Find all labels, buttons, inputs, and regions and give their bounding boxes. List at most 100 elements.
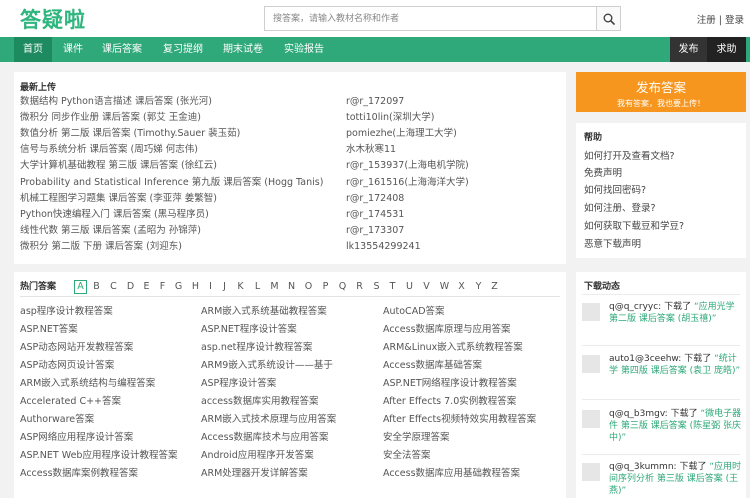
nav-answers[interactable]: 课后答案 [96, 37, 148, 62]
hot-answer-link[interactable]: Access数据库应用基础教程答案 [383, 465, 520, 479]
nav-home[interactable]: 首页 [14, 37, 52, 62]
hot-answer-link[interactable]: ASP.NET Web应用程序设计教程答案 [20, 447, 177, 461]
book-link[interactable]: Probability and Statistical Inference 第九… [20, 177, 323, 188]
letter-filter-d[interactable]: D [124, 280, 137, 294]
letter-filter-v[interactable]: V [420, 280, 433, 294]
letter-filter-a[interactable]: A [74, 280, 87, 294]
nav-exams[interactable]: 期末试卷 [217, 37, 269, 62]
site-logo[interactable]: 答疑啦 [20, 4, 86, 34]
nav-request[interactable]: 求助 [707, 37, 746, 62]
hot-answer-link[interactable]: access数据库实用教程答案 [201, 393, 319, 407]
hot-answer-link[interactable]: ASP程序设计答案 [201, 375, 276, 389]
uploader[interactable]: 水木秋寒11 [346, 143, 396, 157]
letter-filter-m[interactable]: M [268, 280, 281, 294]
book-link[interactable]: 大学计算机基础教程 第三版 课后答案 (徐红云) [20, 160, 217, 171]
book-link[interactable]: 机械工程图学习题集 课后答案 (李亚萍 姜繁智) [20, 193, 217, 204]
hot-answer-link[interactable]: Access数据库案例教程答案 [20, 465, 138, 479]
help-link[interactable]: 如何注册、登录? [584, 200, 656, 214]
hot-answer-link[interactable]: After Effects 7.0实例教程答案 [383, 393, 516, 407]
letter-filter-s[interactable]: S [370, 280, 383, 294]
hot-answer-link[interactable]: After Effects视频特效实用教程答案 [383, 411, 536, 425]
uploader[interactable]: r@r_174531 [346, 208, 404, 222]
uploader[interactable]: r@r_153937(上海电机学院) [346, 159, 469, 173]
help-link[interactable]: 如何获取下载豆和学豆? [584, 218, 684, 232]
uploader[interactable]: r@r_172097 [346, 95, 404, 109]
letter-filter-p[interactable]: P [319, 280, 332, 294]
letter-filter-h[interactable]: H [189, 280, 202, 294]
hot-answer-link[interactable]: asp程序设计教程答案 [20, 303, 113, 317]
publish-answer-button[interactable]: 发布答案 我有答案，我也要上传！ [576, 72, 746, 112]
book-link[interactable]: 数值分析 第二版 课后答案 (Timothy.Sauer 裴玉茹) [20, 128, 240, 139]
hot-answer-link[interactable]: Access数据库基础答案 [383, 357, 482, 371]
letter-filter-l[interactable]: L [251, 280, 264, 294]
letter-filter-j[interactable]: J [218, 280, 231, 294]
help-link[interactable]: 如何找回密码? [584, 182, 646, 196]
download-user[interactable]: auto1@3ceehw: [609, 354, 681, 364]
hot-answer-link[interactable]: ASP动态网页设计答案 [20, 357, 114, 371]
hot-answer-link[interactable]: ARM处理器开发详解答案 [201, 465, 308, 479]
search-box[interactable] [264, 6, 597, 31]
hot-answer-link[interactable]: ASP.NET答案 [20, 321, 78, 335]
letter-filter-i[interactable]: I [204, 280, 217, 294]
help-link[interactable]: 如何打开及查看文档? [584, 148, 675, 162]
nav-publish[interactable]: 发布 [670, 37, 707, 62]
letter-filter-n[interactable]: N [285, 280, 298, 294]
hot-answer-link[interactable]: 安全学原理答案 [383, 429, 450, 443]
hot-answer-link[interactable]: ARM9嵌入式系统设计——基于 [201, 357, 333, 371]
download-user[interactable]: q@q_3kummn: [609, 462, 677, 472]
book-link[interactable]: 微积分 同步作业册 课后答案 (郭艾 王金迪) [20, 112, 201, 123]
help-link[interactable]: 免费声明 [584, 165, 622, 179]
letter-filter-g[interactable]: G [172, 280, 185, 294]
uploader[interactable]: r@r_173307 [346, 224, 404, 238]
letter-filter-x[interactable]: X [455, 280, 468, 294]
hot-answer-link[interactable]: ASP动态网站开发教程答案 [20, 339, 133, 353]
uploader[interactable]: pomiezhe(上海理工大学) [346, 127, 457, 141]
search-button[interactable] [596, 6, 621, 31]
hot-answer-link[interactable]: Authorware答案 [20, 411, 94, 425]
uploader[interactable]: r@r_172408 [346, 192, 404, 206]
letter-filter-e[interactable]: E [140, 280, 153, 294]
letter-filter-f[interactable]: F [156, 280, 169, 294]
letter-filter-b[interactable]: B [90, 280, 103, 294]
hot-answer-link[interactable]: ASP.NET程序设计答案 [201, 321, 297, 335]
uploader[interactable]: totti10lin(深圳大学) [346, 111, 434, 125]
nav-review[interactable]: 复习提纲 [156, 37, 210, 62]
hot-answer-link[interactable]: ARM嵌入式系统结构与编程答案 [20, 375, 155, 389]
book-link[interactable]: 数据结构 Python语言描述 课后答案 (张光河) [20, 96, 212, 107]
help-link[interactable]: 恶意下载声明 [584, 236, 641, 250]
letter-filter-r[interactable]: R [353, 280, 366, 294]
search-input[interactable] [265, 7, 585, 30]
letter-filter-z[interactable]: Z [488, 280, 501, 294]
hot-answer-link[interactable]: ASP.NET网络程序设计教程答案 [383, 375, 517, 389]
hot-answer-link[interactable]: Accelerated C++答案 [20, 393, 121, 407]
hot-answer-link[interactable]: ARM嵌入式技术原理与应用答案 [201, 411, 336, 425]
hot-answer-link[interactable]: Android应用程序开发答案 [201, 447, 314, 461]
uploader[interactable]: lk13554299241 [346, 240, 421, 254]
uploader[interactable]: r@r_161516(上海海洋大学) [346, 176, 469, 190]
book-link[interactable]: 线性代数 第三版 课后答案 (孟昭为 孙锦萍) [20, 225, 201, 236]
hot-answer-link[interactable]: AutoCAD答案 [383, 303, 445, 317]
letter-filter-t[interactable]: T [386, 280, 399, 294]
register-link[interactable]: 注册 [697, 15, 716, 26]
letter-filter-q[interactable]: Q [336, 280, 349, 294]
hot-answer-link[interactable]: Access数据库原理与应用答案 [383, 321, 511, 335]
book-link[interactable]: 微积分 第二版 下册 课后答案 (刘迎东) [20, 241, 182, 252]
nav-lab-reports[interactable]: 实验报告 [278, 37, 330, 62]
download-user[interactable]: q@q_cryyc: [609, 302, 661, 312]
letter-filter-y[interactable]: Y [472, 280, 485, 294]
hot-answer-link[interactable]: ASP网络应用程序设计答案 [20, 429, 133, 443]
letter-filter-w[interactable]: W [438, 280, 451, 294]
hot-answer-link[interactable]: ARM嵌入式系统基础教程答案 [201, 303, 327, 317]
letter-filter-c[interactable]: C [107, 280, 120, 294]
letter-filter-k[interactable]: K [234, 280, 247, 294]
book-link[interactable]: Python快速编程入门 课后答案 (黑马程序员) [20, 209, 209, 220]
download-user[interactable]: q@q_b3mgv: [609, 409, 668, 419]
hot-answer-link[interactable]: asp.net程序设计教程答案 [201, 339, 312, 353]
letter-filter-u[interactable]: U [403, 280, 416, 294]
book-link[interactable]: 信号与系统分析 课后答案 (周巧娣 何志伟) [20, 144, 198, 155]
letter-filter-o[interactable]: O [302, 280, 315, 294]
nav-courseware[interactable]: 课件 [56, 37, 90, 62]
login-link[interactable]: 登录 [725, 15, 744, 26]
hot-answer-link[interactable]: ARM&Linux嵌入式系统教程答案 [383, 339, 523, 353]
hot-answer-link[interactable]: 安全法答案 [383, 447, 431, 461]
